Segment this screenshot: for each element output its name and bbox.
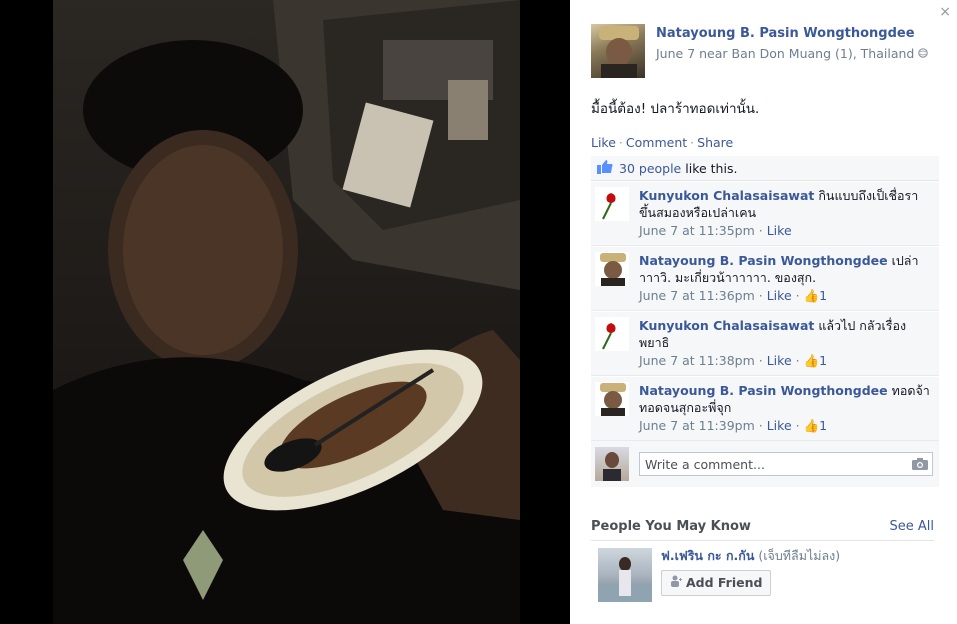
thumb-icon: 👍 <box>803 353 820 368</box>
globe-icon <box>918 46 929 61</box>
comments-section: 30 people like this. Kunyukon Chalasaisa… <box>591 156 939 487</box>
likes-count-link[interactable]: 30 people <box>619 161 681 176</box>
pymk-person-name[interactable]: ฟ.เฟริน กะ ก.กัน <box>661 548 754 563</box>
camera-icon[interactable] <box>912 457 928 470</box>
add-friend-button[interactable]: Add Friend <box>661 570 772 596</box>
like-thumb-icon <box>597 159 613 177</box>
comment-item: Kunyukon Chalasaisawat แล้วไป กลัวเรื่อง… <box>591 311 939 376</box>
thumb-icon: 👍 <box>803 288 820 303</box>
write-comment-row: Write a comment... <box>591 441 939 487</box>
pymk-person-subtext: (เจ็บทีลืมไม่ลง) <box>758 548 841 563</box>
pymk-person: ฟ.เฟริน กะ ก.กัน (เจ็บทีลืมไม่ลง) Add Fr… <box>598 548 841 602</box>
comment-meta: June 7 at 11:35pm · Like <box>639 223 792 238</box>
comment-like-link[interactable]: Like <box>767 353 792 368</box>
post-meta: June 7 near Ban Don Muang (1), Thailand <box>656 46 929 61</box>
comment-author-link[interactable]: Natayoung B. Pasin Wongthongdee <box>639 383 888 398</box>
comment-meta: June 7 at 11:38pm · Like · 👍1 <box>639 353 828 368</box>
see-all-link[interactable]: See All <box>890 519 935 534</box>
separator: · <box>618 135 623 150</box>
comment-time[interactable]: June 7 at 11:35pm <box>639 223 755 238</box>
comment-like-count[interactable]: 👍1 <box>804 353 828 368</box>
comment-like-count[interactable]: 👍1 <box>804 288 828 303</box>
comment-author-link[interactable]: Natayoung B. Pasin Wongthongdee <box>639 253 888 268</box>
post-actions: Like · Comment · Share <box>591 135 733 150</box>
viewer-avatar <box>595 447 629 481</box>
comment-like-link[interactable]: Like <box>767 288 792 303</box>
main-photo[interactable] <box>53 0 520 624</box>
comment-author-link[interactable]: Kunyukon Chalasaisawat <box>639 188 814 203</box>
close-icon[interactable]: × <box>939 4 951 20</box>
comment-time[interactable]: June 7 at 11:39pm <box>639 418 755 433</box>
post-author-link[interactable]: Natayoung B. Pasin Wongthongdee <box>656 26 928 41</box>
story-panel: × Natayoung B. Pasin Wongthongdee June 7… <box>570 0 957 624</box>
pymk-header: People You May Know See All <box>591 519 934 541</box>
likes-text: like this. <box>685 160 738 176</box>
comment-like-link[interactable]: Like <box>767 418 792 433</box>
post-caption: มื้อนี้ต้อง! ปลาร้าทอดเท่านั้น. <box>591 101 760 117</box>
commenter-avatar[interactable] <box>595 317 629 351</box>
comment-time[interactable]: June 7 at 11:38pm <box>639 353 755 368</box>
author-avatar[interactable] <box>591 24 645 78</box>
commenter-avatar[interactable] <box>595 252 629 286</box>
comment-meta: June 7 at 11:36pm · Like · 👍1 <box>639 288 828 303</box>
pymk-person-photo[interactable] <box>598 548 652 602</box>
comment-like-link[interactable]: Like <box>767 223 792 238</box>
post-header: Natayoung B. Pasin Wongthongdee June 7 n… <box>591 24 929 78</box>
photo-stage <box>0 0 570 624</box>
add-friend-icon <box>670 575 682 591</box>
commenter-avatar[interactable] <box>595 382 629 416</box>
comment-like-count[interactable]: 👍1 <box>804 418 828 433</box>
comment-link[interactable]: Comment <box>626 135 687 150</box>
write-comment-placeholder: Write a comment... <box>645 457 765 472</box>
comment-item: Natayoung B. Pasin Wongthongdee ทอดจ้า ท… <box>591 376 939 441</box>
thumb-icon: 👍 <box>803 418 820 433</box>
comment-meta: June 7 at 11:39pm · Like · 👍1 <box>639 418 828 433</box>
comment-item: Natayoung B. Pasin Wongthongdee เปล่าาาา… <box>591 246 939 311</box>
pymk-title: People You May Know <box>591 519 751 534</box>
separator: · <box>690 135 695 150</box>
post-date-location[interactable]: June 7 near Ban Don Muang (1), Thailand <box>656 46 914 61</box>
write-comment-input[interactable]: Write a comment... <box>639 452 933 476</box>
like-link[interactable]: Like <box>591 135 616 150</box>
comment-time[interactable]: June 7 at 11:36pm <box>639 288 755 303</box>
likes-summary: 30 people like this. <box>591 156 939 181</box>
commenter-avatar[interactable] <box>595 187 629 221</box>
comment-item: Kunyukon Chalasaisawat กินแบบถึงเป็เชื่อ… <box>591 181 939 246</box>
add-friend-label: Add Friend <box>686 575 763 590</box>
photo-viewer: × Natayoung B. Pasin Wongthongdee June 7… <box>0 0 957 624</box>
share-link[interactable]: Share <box>697 135 733 150</box>
comment-author-link[interactable]: Kunyukon Chalasaisawat <box>639 318 814 333</box>
